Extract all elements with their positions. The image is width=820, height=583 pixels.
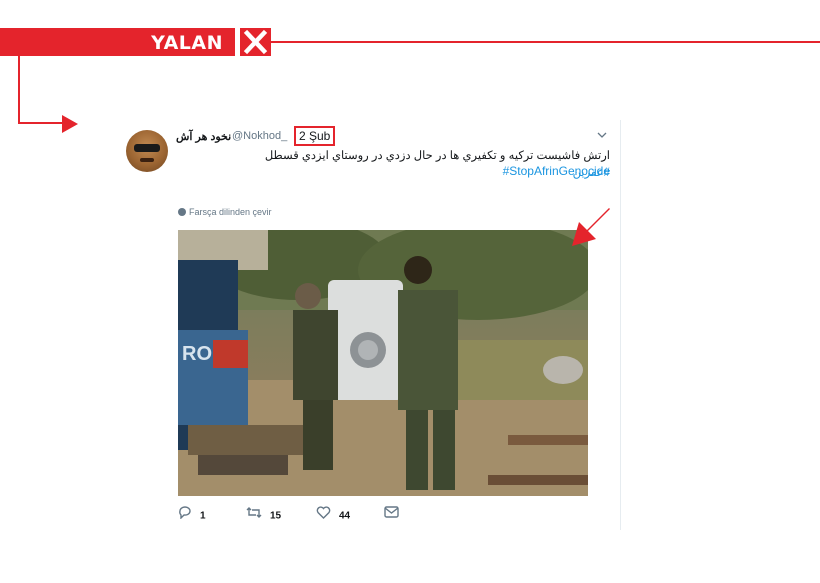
reply-icon (178, 506, 192, 526)
retweet-count: 15 (270, 510, 282, 522)
translate-label: Farsça dilinden çevir (189, 207, 272, 217)
tweet-body: ارتش فاشيست تركيه و تكفيري ها در حال دزد… (264, 150, 610, 162)
like-button[interactable]: 44 (316, 506, 350, 524)
avatar[interactable] (126, 130, 168, 172)
connector-line-horizontal (18, 122, 64, 124)
retweet-icon (246, 506, 262, 526)
reply-count: 1 (200, 510, 206, 522)
display-name[interactable]: نخود هر آش (176, 130, 231, 143)
heart-icon (316, 506, 331, 526)
like-count: 44 (339, 510, 351, 522)
globe-icon (178, 208, 186, 216)
user-handle[interactable]: @Nokhod_ (232, 130, 287, 142)
connector-line-vertical (18, 56, 20, 124)
tweet-divider (620, 120, 621, 530)
tweet-photo[interactable]: RO (178, 230, 588, 496)
chevron-down-icon[interactable] (597, 128, 607, 142)
translate-link[interactable]: Farsça dilinden çevir (178, 207, 272, 217)
retweet-button[interactable]: 15 (246, 506, 281, 524)
reply-button[interactable]: 1 (178, 506, 206, 524)
svg-text:RO: RO (182, 343, 212, 365)
verdict-label: YALAN (151, 32, 223, 54)
verdict-banner: YALAN (0, 28, 235, 56)
false-x-icon (240, 28, 271, 56)
banner-rule (271, 41, 820, 43)
message-icon (384, 506, 399, 525)
tweet-actions: 1 15 44 (178, 506, 438, 524)
pointer-arrow-icon (572, 208, 610, 246)
dm-button[interactable] (384, 506, 407, 524)
tweet-date[interactable]: 2 Şub (294, 126, 336, 146)
tweet-header: نخود هر آش @Nokhod_ 2 Şub (176, 126, 607, 146)
arrow-right-icon (62, 115, 78, 133)
hashtag-stop-afrin-genocide[interactable]: #StopAfrinGenocide (380, 164, 610, 178)
